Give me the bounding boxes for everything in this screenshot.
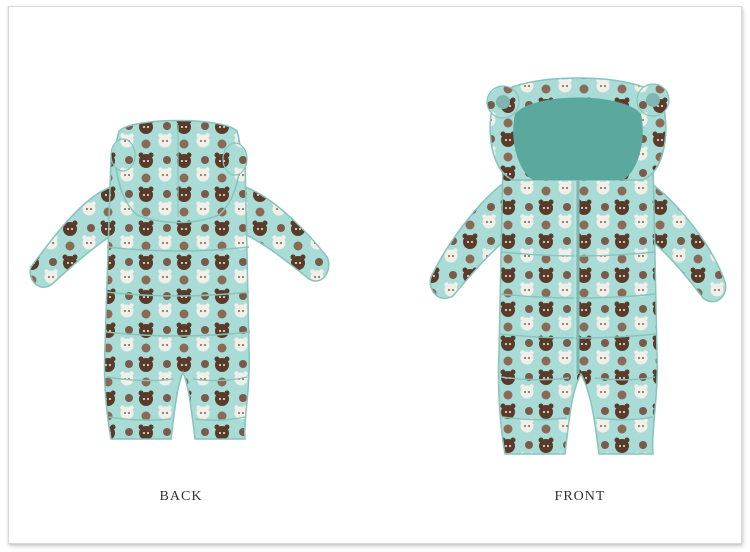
product-frame: BACK FRONT bbox=[8, 6, 742, 544]
back-caption: BACK bbox=[159, 489, 203, 504]
snowsuit-front-image bbox=[423, 62, 733, 462]
front-caption: FRONT bbox=[554, 489, 606, 504]
snowsuit-back-image bbox=[23, 117, 343, 447]
